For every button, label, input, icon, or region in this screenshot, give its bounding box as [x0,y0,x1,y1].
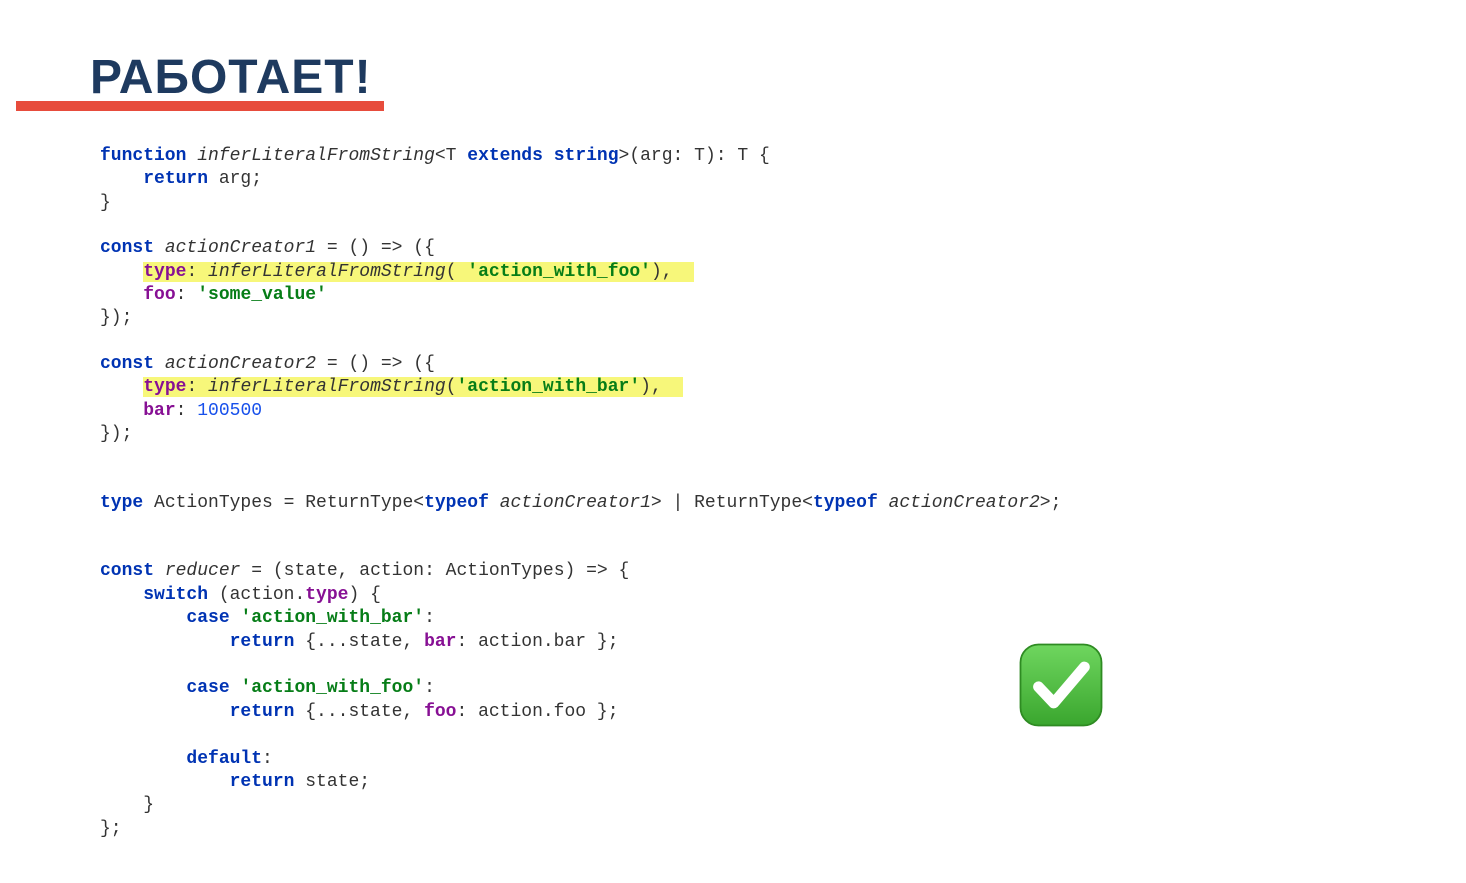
kw-case: case [186,608,229,628]
obj-close: }); [100,308,132,328]
str-action-bar: 'action_with_bar' [457,377,641,397]
hl-line-2: type: inferLiteralFromString('action_wit… [143,377,683,397]
kw-typeof: typeof [424,493,489,513]
str-some-value: 'some_value' [197,285,327,305]
code-block: function inferLiteralFromString<T extend… [100,145,1376,841]
kw-const: const [100,238,154,258]
kw-string: string [554,146,619,166]
kw-const: const [100,561,154,581]
foo-prop: foo [143,285,175,305]
code-ac1: const actionCreator1 = () => ({ type: in… [100,237,1376,331]
fn-name: inferLiteralFromString [197,146,435,166]
generic-close: >(arg: T): T { [619,146,770,166]
kw-const: const [100,354,154,374]
kw-extends: extends [467,146,543,166]
infer-fn-call: inferLiteralFromString [208,377,446,397]
bar-prop: bar [143,401,175,421]
kw-case: case [186,678,229,698]
kw-return: return [230,632,295,652]
infer-fn-call: inferLiteralFromString [208,262,446,282]
code-type-alias: type ActionTypes = ReturnType<typeof act… [100,492,1376,515]
title-wrap: РАБОТАЕТ! [90,50,372,105]
kw-return: return [143,169,208,189]
checkmark-icon [1016,640,1106,730]
kw-type: type [100,493,143,513]
code-fn-decl: function inferLiteralFromString<T extend… [100,145,1376,215]
type-prop: type [143,377,186,397]
ac1-name: actionCreator1 [165,238,316,258]
type-prop: type [143,262,186,282]
kw-return: return [230,702,295,722]
obj-close: }); [100,424,132,444]
kw-return: return [230,772,295,792]
kw-default: default [186,749,262,769]
return-arg: arg; [208,169,262,189]
ac2-name: actionCreator2 [165,354,316,374]
arrow-open: = () => ({ [316,238,435,258]
kw-typeof: typeof [813,493,878,513]
slide-content: РАБОТАЕТ! function inferLiteralFromStrin… [0,0,1466,883]
code-ac2: const actionCreator2 = () => ({ type: in… [100,353,1376,447]
slide-title: РАБОТАЕТ! [90,50,372,105]
kw-switch: switch [143,585,208,605]
reducer-name: reducer [165,561,241,581]
str-action-foo: 'action_with_foo' [467,262,651,282]
code-reducer: const reducer = (state, action: ActionTy… [100,560,1376,841]
num-100500: 100500 [197,401,262,421]
title-underline [16,101,384,111]
kw-function: function [100,146,186,166]
arrow-open: = () => ({ [316,354,435,374]
generic-open: <T [435,146,467,166]
hl-line-1: type: inferLiteralFromString( 'action_wi… [143,262,694,282]
brace-close: } [100,193,111,213]
